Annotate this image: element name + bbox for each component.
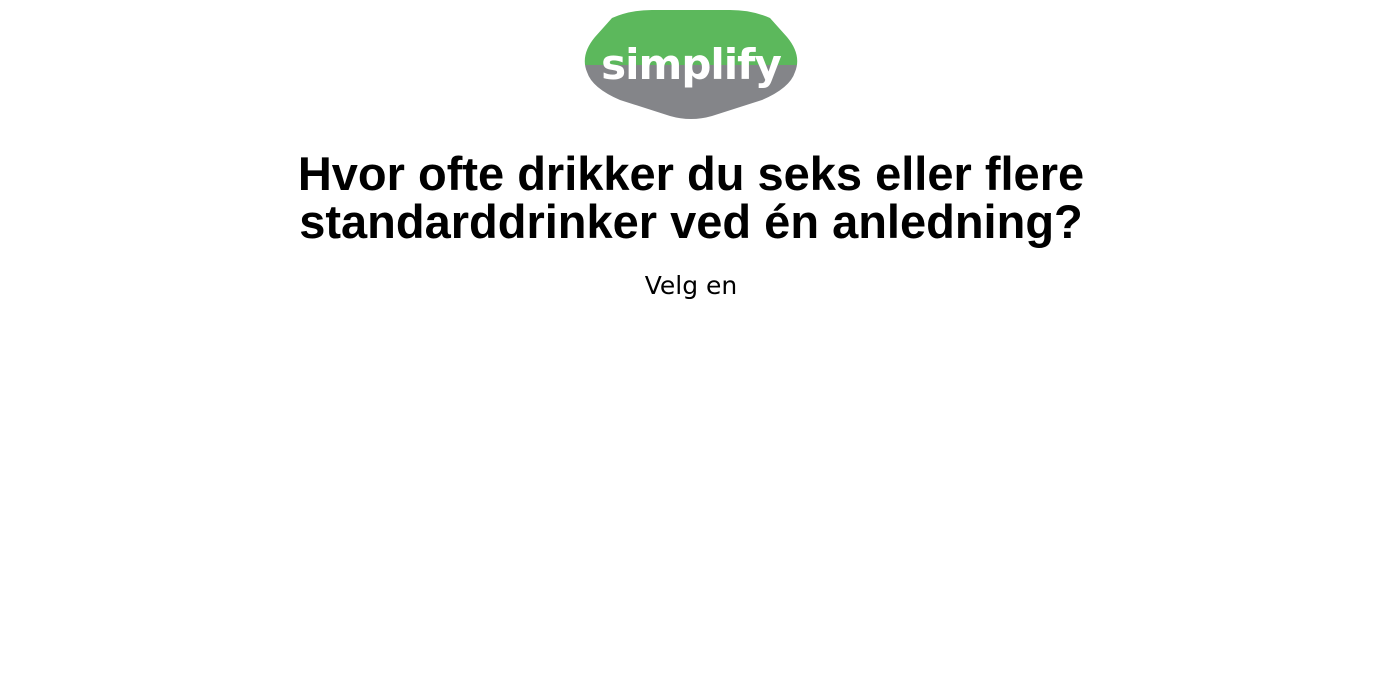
question-title: Hvor ofte drikker du seks eller flere st… xyxy=(0,150,1382,246)
survey-page: simplify Hvor ofte drikker du seks eller… xyxy=(0,0,1382,683)
logo-wordmark: simplify xyxy=(601,40,781,89)
question-line-2: standarddrinker ved én anledning? xyxy=(299,195,1083,248)
question-line-1: Hvor ofte drikker du seks eller flere xyxy=(297,147,1085,200)
simplify-logo: simplify xyxy=(584,10,798,119)
select-one-instruction: Velg en xyxy=(644,271,738,300)
